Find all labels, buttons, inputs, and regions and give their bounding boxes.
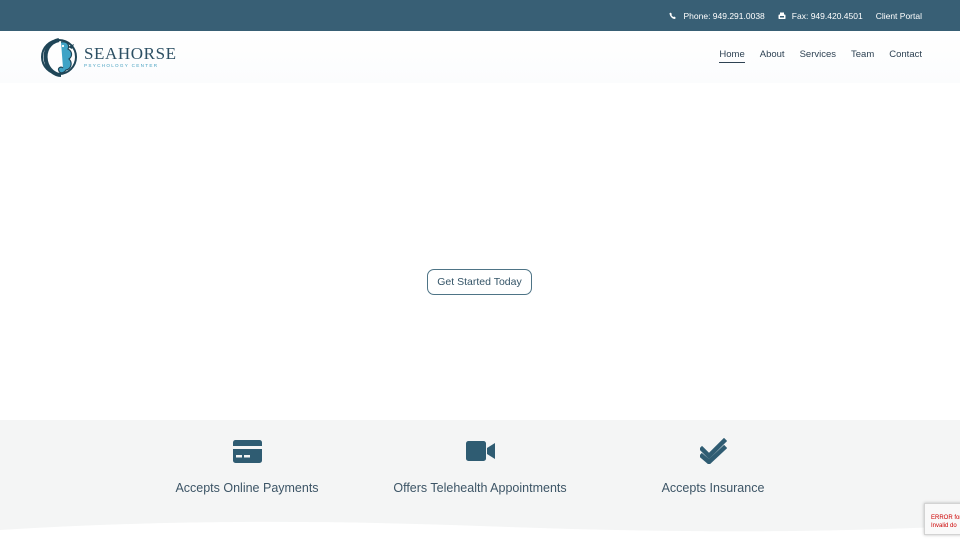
client-portal-label: Client Portal: [875, 10, 922, 21]
phone-link[interactable]: Phone: 949.291.0038: [669, 10, 765, 21]
feature-label: Offers Telehealth Appointments: [393, 481, 567, 495]
logo-wordmark: SEAHORSE: [84, 44, 177, 63]
fax-link[interactable]: Fax: 949.420.4501: [778, 11, 863, 21]
fax-text: Fax: 949.420.4501: [791, 10, 863, 21]
main-nav: Home About Services Team Contact: [719, 49, 922, 63]
feature-telehealth: Offers Telehealth Appointments: [360, 438, 600, 495]
top-contact-bar: Phone: 949.291.0038 Fax: 949.420.4501 Cl…: [0, 0, 960, 31]
feature-insurance: Accepts Insurance: [593, 438, 833, 495]
video-camera-icon: [465, 441, 495, 461]
feature-label: Accepts Online Payments: [175, 481, 319, 495]
nav-about[interactable]: About: [760, 49, 785, 63]
fax-icon: [778, 12, 786, 19]
phone-icon: [669, 12, 677, 19]
client-portal-link[interactable]: Client Portal: [876, 11, 922, 21]
double-check-icon: [699, 438, 727, 464]
nav-contact[interactable]: Contact: [889, 49, 922, 63]
recaptcha-error: ERROR for: [931, 515, 960, 521]
nav-home[interactable]: Home: [719, 49, 745, 63]
site-logo[interactable]: SEAHORSE PSYCHOLOGY CENTER: [41, 35, 177, 79]
phone-text: Phone: 949.291.0038: [683, 10, 765, 21]
logo-tagline: PSYCHOLOGY CENTER: [84, 63, 159, 68]
seahorse-logo-icon: [41, 38, 77, 77]
get-started-button[interactable]: Get Started Today: [427, 269, 532, 295]
features-section: Accepts Online Payments Offers Telehealt…: [0, 420, 960, 540]
nav-team[interactable]: Team: [851, 49, 874, 63]
feature-label: Accepts Insurance: [661, 481, 765, 495]
nav-services[interactable]: Services: [800, 49, 836, 63]
wave-divider: [0, 521, 960, 540]
credit-card-icon: [232, 439, 262, 463]
recaptcha-error-detail: Invalid do: [931, 523, 957, 529]
site-header: SEAHORSE PSYCHOLOGY CENTER Home About Se…: [0, 31, 960, 83]
feature-online-payments: Accepts Online Payments: [127, 438, 367, 495]
recaptcha-badge[interactable]: ERROR for Invalid do: [924, 503, 960, 535]
hero-section: Get Started Today: [0, 83, 960, 420]
